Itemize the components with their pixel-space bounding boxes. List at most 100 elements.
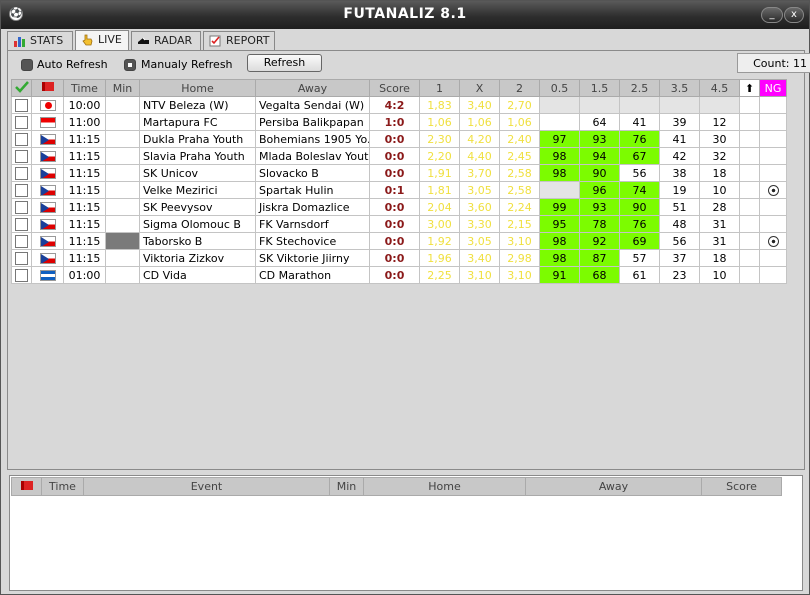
row-checkbox[interactable]	[15, 166, 28, 180]
cleats-icon: ◣◢	[743, 117, 759, 129]
close-button[interactable]: x	[784, 7, 804, 23]
table-row[interactable]: 10:00 70' NTV Beleza (W) Vegalta Sendai (W)…	[11, 96, 787, 114]
select-all-checkmark-icon[interactable]	[11, 79, 32, 97]
flag-cell	[31, 181, 64, 199]
manual-refresh-checkbox[interactable]	[124, 59, 136, 71]
col-odds-x[interactable]: X	[459, 79, 500, 97]
cleats-cell[interactable]: ◣◢	[739, 96, 760, 114]
events-col-home[interactable]: Home	[363, 477, 526, 496]
col-odds-1[interactable]: 1	[419, 79, 460, 97]
table-row[interactable]: 11:15 10' Viktoria Zizkov SK Viktorie Jiirn…	[11, 249, 787, 267]
table-row[interactable]: 11:15 10' Velke Mezirici Spartak Hulin 0:1 1,…	[11, 181, 787, 199]
table-row[interactable]: 11:15 Taborsko B FK Stechovice 0:0 1,92 3,05 3…	[11, 232, 787, 250]
col-goals-35[interactable]: 3.5	[659, 79, 700, 97]
cleats-cell[interactable]: ◣◢	[739, 266, 760, 284]
table-row[interactable]: 11:15 10' Sigma Olomouc B FK Varnsdorf 0:0 3,…	[11, 215, 787, 233]
country-flag-icon	[39, 253, 56, 264]
row-checkbox[interactable]	[15, 115, 28, 129]
row-checkbox[interactable]	[15, 200, 28, 214]
col-goals-05[interactable]: 0.5	[539, 79, 580, 97]
events-col-time[interactable]: Time	[41, 477, 84, 496]
score-cell: 0:0	[369, 232, 420, 250]
minimize-button[interactable]: _	[761, 7, 783, 23]
goal-05-cell: 98	[539, 232, 580, 250]
odds-1-cell: 1,96	[419, 249, 460, 267]
goal-25-cell: 61	[619, 266, 660, 284]
cleats-cell[interactable]: ◣◢	[739, 181, 760, 199]
row-checkbox[interactable]	[15, 268, 28, 282]
away-team-cell: Bohemians 1905 Yo...	[255, 130, 370, 148]
col-score[interactable]: Score	[369, 79, 420, 97]
away-team-cell: SK Viktorie Jiirny	[255, 249, 370, 267]
row-checkbox[interactable]	[15, 132, 28, 146]
flag-cell	[31, 96, 64, 114]
goal-05-cell: 99	[539, 198, 580, 216]
events-col-event[interactable]: Event	[83, 477, 330, 496]
odds-2-cell: 1,06	[499, 113, 540, 131]
goal-15-cell: 94	[579, 147, 620, 165]
col-time[interactable]: Time	[63, 79, 106, 97]
odds-2-cell: 2,58	[499, 164, 540, 182]
tab-stats[interactable]: STATS	[7, 31, 73, 50]
events-col-away[interactable]: Away	[525, 477, 702, 496]
away-team-cell: Spartak Hulin	[255, 181, 370, 199]
cleats-cell[interactable]: ◣◢	[739, 113, 760, 131]
row-checkbox[interactable]	[15, 183, 28, 197]
next-goal-cell	[759, 215, 787, 233]
col-away[interactable]: Away	[255, 79, 370, 97]
odds-2-cell: 2,70	[499, 96, 540, 114]
tab-report[interactable]: REPORT	[203, 31, 275, 50]
cleats-icon: ◣◢	[743, 185, 759, 197]
time-cell: 11:15	[63, 130, 106, 148]
goal-35-cell	[659, 96, 700, 114]
tab-radar[interactable]: RADAR	[131, 31, 201, 50]
table-row[interactable]: 11:15 8' SK Peevysov Jiskra Domazlice 0:0 2,0…	[11, 198, 787, 216]
home-team-cell: Sigma Olomouc B	[139, 215, 256, 233]
row-checkbox[interactable]	[15, 98, 28, 112]
tab-live[interactable]: LIVE	[75, 30, 129, 50]
table-row[interactable]: 11:15 10' SK Unicov Slovacko B 0:0 1,91 3,70 2,…	[11, 164, 787, 182]
cleats-cell[interactable]: ◣◢	[739, 130, 760, 148]
goal-05-cell: 98	[539, 164, 580, 182]
cleats-cell[interactable]: ◣◢	[739, 249, 760, 267]
row-checkbox[interactable]	[15, 234, 28, 248]
goal-35-cell: 37	[659, 249, 700, 267]
col-goals-25[interactable]: 2.5	[619, 79, 660, 97]
odds-x-cell: 3,40	[459, 249, 500, 267]
next-goal-cell	[759, 198, 787, 216]
table-row[interactable]: 01:00 45+' CD Vida CD Marathon 0:0 2,25 3,10 3,…	[11, 266, 787, 284]
col-min[interactable]: Min	[105, 79, 140, 97]
goal-05-cell	[539, 181, 580, 199]
col-next-goal[interactable]: NG	[759, 79, 787, 97]
events-col-min[interactable]: Min	[329, 477, 364, 496]
goal-45-cell	[699, 96, 740, 114]
table-row[interactable]: 11:00 24' Martapura FC Persiba Balikpapan 1:…	[11, 113, 787, 131]
col-goals-15[interactable]: 1.5	[579, 79, 620, 97]
cleats-cell[interactable]: ◣◢	[739, 215, 760, 233]
hand-pointer-icon	[82, 34, 93, 46]
events-col-score[interactable]: Score	[701, 477, 782, 496]
auto-refresh-checkbox[interactable]	[21, 59, 33, 71]
cleats-cell[interactable]: ◣◢	[739, 198, 760, 216]
col-goals-45[interactable]: 4.5	[699, 79, 740, 97]
col-odds-2[interactable]: 2	[499, 79, 540, 97]
refresh-button[interactable]: Refresh	[247, 54, 322, 72]
cleats-cell[interactable]: ◣◢	[739, 164, 760, 182]
table-row[interactable]: 11:15 10' Dukla Praha Youth Bohemians 1905 …	[11, 130, 787, 148]
flag-column-icon[interactable]	[31, 79, 64, 97]
row-checkbox[interactable]	[15, 149, 28, 163]
table-row[interactable]: 11:15 10' Slavia Praha Youth Mlada Boleslav…	[11, 147, 787, 165]
odds-x-cell: 3,05	[459, 232, 500, 250]
row-checkbox[interactable]	[15, 217, 28, 231]
goal-05-cell: 97	[539, 130, 580, 148]
col-home[interactable]: Home	[139, 79, 256, 97]
cleats-column-icon[interactable]: ⬆	[739, 79, 760, 97]
row-checkbox[interactable]	[15, 251, 28, 265]
cleats-cell[interactable]: ◣◢	[739, 147, 760, 165]
minute-cell: 10'	[105, 130, 140, 148]
event-flag-icon[interactable]	[11, 477, 42, 496]
cleats-cell[interactable]: ◣◢	[739, 232, 760, 250]
goal-35-cell: 23	[659, 266, 700, 284]
row-select-cell	[11, 198, 32, 216]
time-cell: 11:15	[63, 147, 106, 165]
